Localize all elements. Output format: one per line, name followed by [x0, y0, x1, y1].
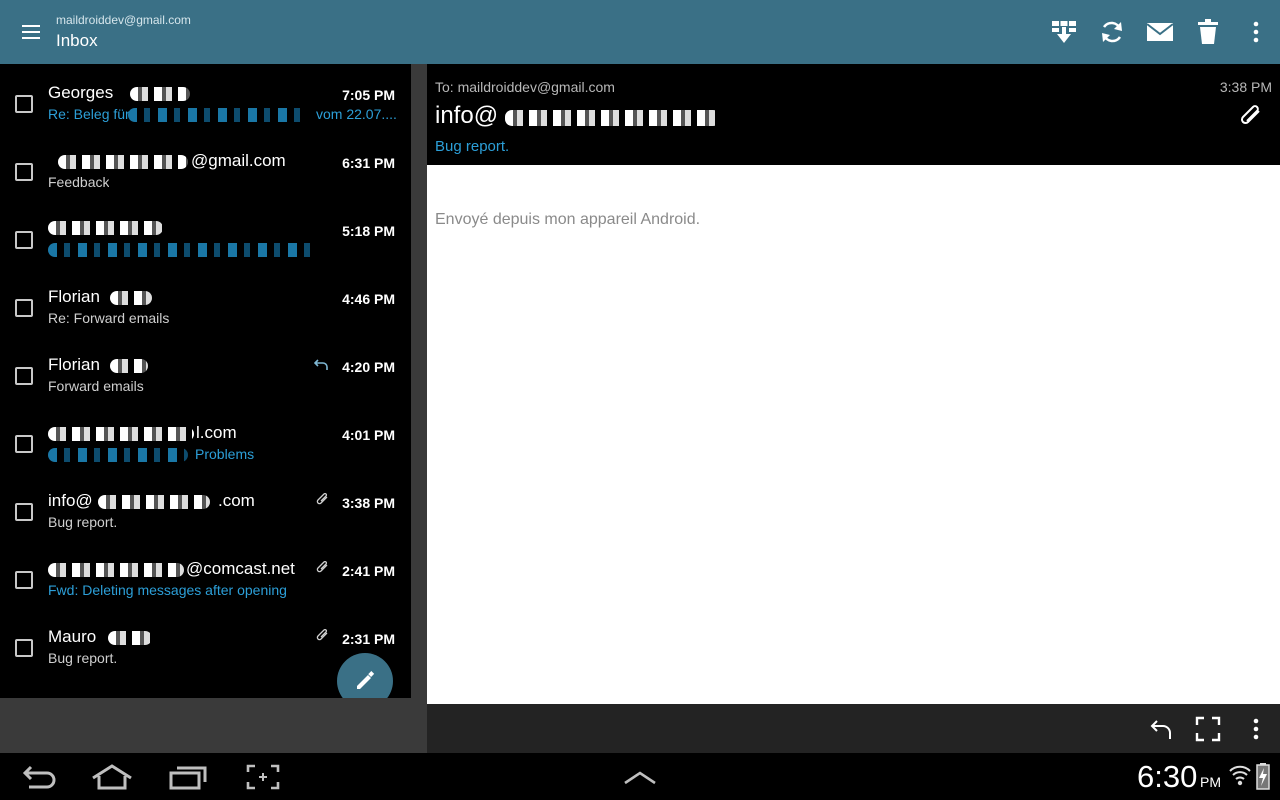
select-checkbox[interactable]	[15, 571, 33, 589]
subject: Re: Forward emails	[48, 310, 170, 326]
menu-icon[interactable]	[18, 20, 46, 44]
timestamp: 4:01 PM	[342, 427, 395, 443]
message-sender: info@	[435, 102, 499, 129]
attachment-icon	[316, 629, 328, 641]
sender: info@	[48, 491, 93, 510]
redaction	[58, 155, 188, 169]
redaction	[48, 563, 184, 577]
select-all-icon[interactable]	[1040, 8, 1088, 56]
sender: Mauro	[48, 627, 97, 646]
timestamp: 6:31 PM	[342, 155, 395, 171]
system-nav-bar: 6:30 PM	[0, 753, 1280, 800]
body-text: Envoyé depuis mon appareil Android.	[435, 211, 701, 228]
pencil-icon	[357, 671, 375, 689]
attachment-icon	[316, 561, 328, 573]
redaction	[108, 631, 152, 645]
list-item[interactable]: Georges Re: Beleg für vom 22.07.... 7:05…	[0, 64, 411, 132]
account-email: maildroiddev@gmail.com	[56, 13, 191, 27]
redaction	[48, 243, 318, 257]
sender: Florian	[48, 287, 100, 306]
select-checkbox[interactable]	[15, 95, 33, 113]
timestamp: 3:38 PM	[342, 495, 395, 511]
timestamp: 5:18 PM	[342, 223, 395, 239]
overflow-icon[interactable]	[1232, 8, 1280, 56]
select-checkbox[interactable]	[15, 367, 33, 385]
redaction	[505, 110, 720, 126]
subject: Forward emails	[48, 378, 144, 394]
chevron-up-icon[interactable]	[617, 761, 663, 793]
attachment-icon[interactable]	[1238, 104, 1266, 132]
pane-divider[interactable]	[411, 64, 427, 753]
battery-charging-icon	[1256, 763, 1270, 790]
timestamp: 2:41 PM	[342, 563, 395, 579]
redaction	[98, 495, 210, 509]
list-item[interactable]: @gmail.com Feedback 6:31 PM	[0, 132, 411, 200]
screenshot-icon[interactable]	[240, 761, 286, 793]
reply-icon[interactable]	[1144, 712, 1178, 746]
toolbar-actions	[1040, 0, 1280, 64]
subject: Bug report.	[48, 514, 118, 530]
select-checkbox[interactable]	[15, 163, 33, 181]
sender: l.com	[196, 423, 237, 442]
message-action-bar	[427, 704, 1280, 753]
list-item[interactable]: Florian Re: Forward emails 4:46 PM	[0, 268, 411, 336]
redaction	[48, 221, 163, 235]
message-body: Envoyé depuis mon appareil Android.	[427, 165, 1280, 704]
subject-tail: vom 22.07....	[316, 106, 397, 122]
timestamp: 4:46 PM	[342, 291, 395, 307]
message-subject: Bug report.	[435, 138, 510, 155]
sender-tail: .com	[218, 491, 255, 510]
list-item[interactable]: 5:18 PM	[0, 200, 411, 268]
redaction	[128, 108, 308, 122]
list-bottom-bar	[0, 698, 427, 753]
fullscreen-icon[interactable]	[1191, 712, 1225, 746]
subject: Feedback	[48, 174, 110, 190]
redaction	[130, 87, 190, 101]
timestamp: 7:05 PM	[342, 87, 395, 103]
subject: Re: Beleg für	[48, 106, 130, 122]
refresh-icon[interactable]	[1088, 8, 1136, 56]
clock[interactable]: 6:30	[1137, 759, 1197, 795]
list-item[interactable]: Florian Forward emails 4:20 PM	[0, 336, 411, 404]
subject: Problems	[195, 446, 255, 462]
subject: Fwd: Deleting messages after opening	[48, 582, 287, 598]
redaction	[110, 359, 148, 373]
timestamp: 4:20 PM	[342, 359, 395, 375]
list-item[interactable]: @comcast.net Fwd: Deleting messages afte…	[0, 540, 411, 608]
list-item[interactable]: info@ .com Bug report. 3:38 PM	[0, 472, 411, 540]
message-time: 3:38 PM	[1219, 79, 1272, 95]
home-icon[interactable]	[89, 761, 135, 793]
app-bar: maildroiddev@gmail.com Inbox	[0, 0, 1280, 64]
wifi-icon	[1229, 765, 1251, 786]
select-checkbox[interactable]	[15, 639, 33, 657]
message-list: Georges Re: Beleg für vom 22.07.... 7:05…	[0, 64, 411, 698]
select-checkbox[interactable]	[15, 231, 33, 249]
redaction	[48, 427, 194, 441]
replied-icon	[314, 359, 328, 370]
select-checkbox[interactable]	[15, 299, 33, 317]
redaction	[48, 448, 188, 462]
message-header: To: maildroiddev@gmail.com 3:38 PM info@…	[427, 64, 1280, 165]
clock-ampm: PM	[1200, 774, 1221, 790]
overflow-icon[interactable]	[1239, 712, 1273, 746]
sender: @comcast.net	[186, 559, 295, 578]
subject: Bug report.	[48, 650, 118, 666]
attachment-icon	[316, 493, 328, 505]
timestamp: 2:31 PM	[342, 631, 395, 647]
back-icon[interactable]	[16, 761, 62, 793]
mark-read-icon[interactable]	[1136, 8, 1184, 56]
sender: Florian	[48, 355, 100, 374]
recent-apps-icon[interactable]	[165, 761, 211, 793]
redaction	[110, 291, 152, 305]
select-checkbox[interactable]	[15, 435, 33, 453]
delete-icon[interactable]	[1184, 8, 1232, 56]
folder-title: Inbox	[56, 31, 98, 50]
list-item[interactable]: l.com Problems 4:01 PM	[0, 404, 411, 472]
select-checkbox[interactable]	[15, 503, 33, 521]
sender: Georges	[48, 83, 114, 102]
sender: @gmail.com	[191, 151, 286, 170]
recipient: To: maildroiddev@gmail.com	[435, 79, 615, 95]
